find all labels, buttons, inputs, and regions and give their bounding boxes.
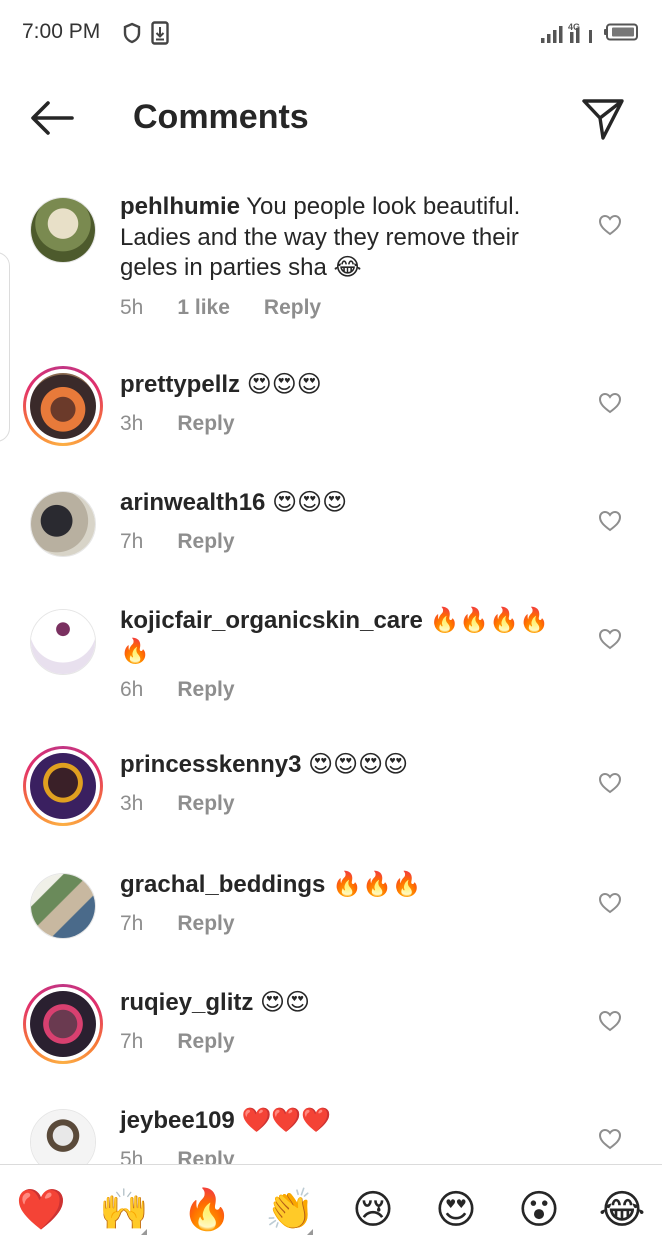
comment-meta: 7h Reply — [120, 530, 269, 554]
comment-username[interactable]: kojicfair_organicskin_care — [120, 607, 423, 634]
avatar[interactable] — [23, 1102, 103, 1165]
avatar[interactable] — [23, 484, 103, 564]
back-arrow-icon[interactable] — [28, 98, 76, 138]
reply-button[interactable]: Reply — [264, 296, 321, 320]
comment-content: princesskenny3 😍😍😍😍 — [120, 750, 560, 781]
clapping-hands-emoji-button[interactable]: 👏 — [265, 1185, 315, 1235]
comment-content: prettypellz 😍😍😍 — [120, 370, 560, 401]
raising-hands-emoji-button[interactable]: 🙌 — [99, 1185, 149, 1235]
comment-meta: 3h Reply — [120, 412, 269, 436]
heart-icon[interactable] — [598, 1010, 622, 1032]
comment-content: kojicfair_organicskin_care 🔥🔥🔥🔥🔥 — [120, 606, 560, 667]
reply-button[interactable]: Reply — [177, 792, 234, 816]
heart-icon[interactable] — [598, 892, 622, 914]
send-icon[interactable] — [580, 96, 626, 142]
comment-meta: 3h Reply — [120, 792, 269, 816]
comment-time: 7h — [120, 530, 144, 553]
avatar[interactable] — [23, 984, 103, 1064]
comment-username[interactable]: arinwealth16 — [120, 489, 265, 516]
comment-list: pehlhumie You people look beautiful. Lad… — [0, 180, 662, 1165]
heart-icon[interactable] — [598, 392, 622, 414]
header: Comments — [0, 84, 662, 152]
fire-emoji-button[interactable]: 🔥 — [182, 1185, 232, 1235]
battery-icon — [604, 23, 638, 41]
page-title: Comments — [133, 98, 309, 136]
heart-emoji-button[interactable]: ❤️ — [16, 1185, 66, 1235]
reply-button[interactable]: Reply — [177, 1148, 234, 1165]
comment-text: ❤️❤️❤️ — [241, 1107, 332, 1134]
heart-icon[interactable] — [598, 214, 622, 236]
reply-button[interactable]: Reply — [177, 412, 234, 436]
crying-face-emoji-button[interactable]: 😢 — [348, 1185, 398, 1235]
heart-icon[interactable] — [598, 772, 622, 794]
comment-content: arinwealth16 😍😍😍 — [120, 488, 560, 519]
raising-hands-emoji: 🙌 — [99, 1187, 149, 1233]
skin-tone-indicator — [307, 1229, 313, 1235]
comment-meta: 5h Reply — [120, 1148, 269, 1165]
comment-text: 😍😍😍 — [246, 371, 322, 398]
comment-text: 😍😍😍 — [272, 489, 348, 516]
comment-content: grachal_beddings 🔥🔥🔥 — [120, 870, 560, 901]
clapping-hands-emoji: 👏 — [265, 1187, 315, 1233]
avatar[interactable] — [23, 602, 103, 682]
comment-content: jeybee109 ❤️❤️❤️ — [120, 1106, 560, 1137]
comment-username[interactable]: pehlhumie — [120, 193, 240, 220]
comment-text: 😍😍😍😍 — [308, 751, 409, 778]
comment-likes[interactable]: 1 like — [177, 296, 230, 320]
heart-icon[interactable] — [598, 628, 622, 650]
avatar[interactable] — [23, 190, 103, 270]
heart-icon[interactable] — [598, 1128, 622, 1150]
comment-meta: 5h 1 like Reply — [120, 296, 355, 320]
comment-username[interactable]: princesskenny3 — [120, 751, 301, 778]
emoji-reaction-bar: ❤️ 🙌 🔥 👏 😢 😍 😮 😂 — [0, 1164, 662, 1240]
comment-content: pehlhumie You people look beautiful. Lad… — [120, 192, 560, 284]
comment-time: 3h — [120, 792, 144, 815]
comment-text: 😍😍 — [260, 989, 311, 1016]
comment-username[interactable]: ruqiey_glitz — [120, 989, 253, 1016]
download-icon — [151, 21, 169, 45]
signal-icon: 4G — [541, 22, 592, 43]
comment-meta: 6h Reply — [120, 678, 269, 702]
avatar[interactable] — [23, 366, 103, 446]
reply-button[interactable]: Reply — [177, 1030, 234, 1054]
avatar[interactable] — [23, 866, 103, 946]
reply-button[interactable]: Reply — [177, 912, 234, 936]
status-time: 7:00 PM — [22, 20, 101, 43]
status-bar: 7:00 PM 4G — [0, 0, 662, 66]
comment-meta: 7h Reply — [120, 912, 269, 936]
comment-username[interactable]: jeybee109 — [120, 1107, 235, 1134]
shield-icon — [123, 22, 141, 44]
heart-eyes-emoji-button[interactable]: 😍 — [431, 1185, 481, 1235]
comment-time: 5h — [120, 296, 144, 319]
avatar[interactable] — [23, 746, 103, 826]
surprised-face-emoji-button[interactable]: 😮 — [514, 1185, 564, 1235]
comment-username[interactable]: prettypellz — [120, 371, 240, 398]
comment-text: 🔥🔥🔥 — [332, 871, 422, 898]
comment-time: 7h — [120, 1030, 144, 1053]
comment-time: 7h — [120, 912, 144, 935]
comment-time: 5h — [120, 1148, 144, 1165]
heart-icon[interactable] — [598, 510, 622, 532]
comment-meta: 7h Reply — [120, 1030, 269, 1054]
comment-time: 3h — [120, 412, 144, 435]
reply-button[interactable]: Reply — [177, 530, 234, 554]
comment-username[interactable]: grachal_beddings — [120, 871, 325, 898]
comment-time: 6h — [120, 678, 144, 701]
skin-tone-indicator — [141, 1229, 147, 1235]
reply-button[interactable]: Reply — [177, 678, 234, 702]
tears-of-joy-emoji-button[interactable]: 😂 — [597, 1185, 647, 1235]
comment-content: ruqiey_glitz 😍😍 — [120, 988, 560, 1019]
